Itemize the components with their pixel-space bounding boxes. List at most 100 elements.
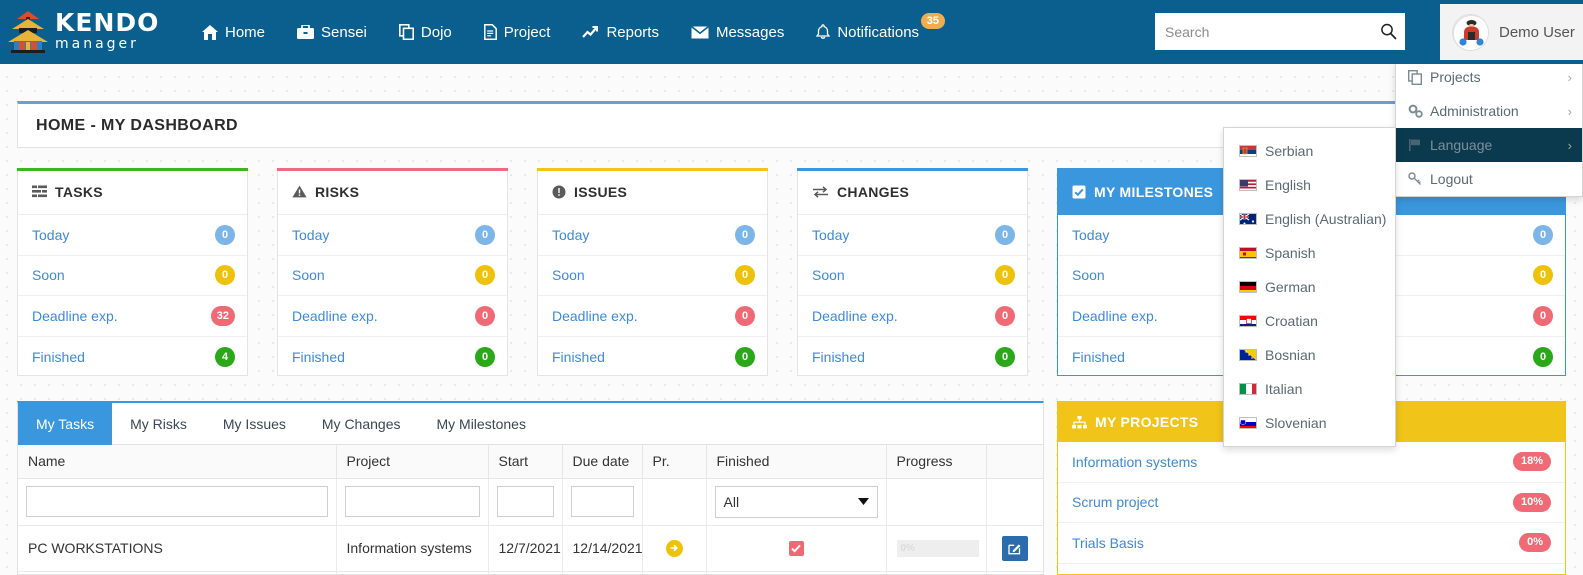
nav-item-project[interactable]: Project [468, 0, 567, 64]
card-row[interactable]: Soon 0 [18, 256, 247, 296]
project-row[interactable]: Scrum project 10% [1058, 483, 1565, 523]
flag-au-icon [1239, 213, 1257, 225]
card-row-label[interactable]: Finished [32, 349, 85, 365]
card-row-label[interactable]: Deadline exp. [1072, 308, 1158, 324]
card-row-label[interactable]: Soon [1072, 267, 1105, 283]
user-menu-item-administration[interactable]: Administration › [1396, 94, 1582, 128]
card-row-label[interactable]: Today [552, 227, 589, 243]
card-row-badge: 32 [210, 305, 235, 326]
language-item-english-australian[interactable]: English (Australian) [1224, 202, 1395, 236]
card-row-label[interactable]: Soon [292, 267, 325, 283]
card-row[interactable]: Soon 0 [538, 256, 767, 296]
card-row[interactable]: Deadline exp. 0 [538, 296, 767, 337]
nav-item-home[interactable]: Home [186, 0, 281, 64]
tab-my-tasks[interactable]: My Tasks [18, 403, 113, 445]
nav-item-dojo[interactable]: Dojo [383, 0, 468, 64]
card-row-label[interactable]: Finished [812, 349, 865, 365]
card-row-badge: 0 [475, 265, 495, 286]
tab-my-risks[interactable]: My Risks [112, 403, 205, 445]
card-row-label[interactable]: Finished [552, 349, 605, 365]
language-label: Serbian [1265, 143, 1314, 159]
search-box[interactable] [1155, 13, 1405, 50]
card-row-label[interactable]: Today [292, 227, 329, 243]
card-row-label[interactable]: Soon [552, 267, 585, 283]
brand-logo-link[interactable]: KENDO manager [0, 0, 186, 64]
column-header-name[interactable]: Name [18, 445, 337, 479]
column-header-finished[interactable]: Finished [706, 445, 887, 479]
card-row[interactable]: Finished 4 [18, 337, 247, 378]
language-item-bosnian[interactable]: Bosnian [1224, 338, 1395, 372]
card-row[interactable]: Today 0 [798, 215, 1027, 256]
table-row[interactable] [18, 571, 1043, 574]
card-row-badge: 0 [735, 346, 755, 367]
card-row[interactable]: Soon 0 [278, 256, 507, 296]
card-row-label[interactable]: Deadline exp. [552, 308, 638, 324]
card-row-label[interactable]: Deadline exp. [812, 308, 898, 324]
tab-my-issues[interactable]: My Issues [205, 403, 304, 445]
project-label[interactable]: Information systems [1072, 454, 1197, 470]
project-label[interactable]: Scrum project [1072, 494, 1158, 510]
column-header-actions [986, 445, 1043, 479]
tab-my-changes[interactable]: My Changes [304, 403, 419, 445]
search-icon[interactable] [1371, 14, 1405, 49]
language-item-english[interactable]: English [1224, 168, 1395, 202]
column-header-progress[interactable]: Progress [886, 445, 987, 479]
card-row[interactable]: Soon 0 [798, 256, 1027, 296]
card-row-label[interactable]: Deadline exp. [32, 308, 118, 324]
card-row-badge: 0 [475, 224, 495, 245]
filter-input-due-date[interactable] [570, 486, 634, 517]
language-item-german[interactable]: German [1224, 270, 1395, 304]
card-row-label[interactable]: Finished [292, 349, 345, 365]
column-header-project[interactable]: Project [336, 445, 489, 479]
card-row[interactable]: Deadline exp. 0 [798, 296, 1027, 337]
search-input[interactable] [1155, 14, 1371, 49]
language-item-croatian[interactable]: Croatian [1224, 304, 1395, 338]
tab-my-milestones[interactable]: My Milestones [418, 403, 543, 445]
card-row-label[interactable]: Today [812, 227, 849, 243]
column-header-due-date[interactable]: Due date [562, 445, 643, 479]
card-row[interactable]: Finished 0 [798, 337, 1027, 378]
card-row[interactable]: Finished 0 [538, 337, 767, 378]
card-row[interactable]: Today 0 [538, 215, 767, 256]
table-row[interactable]: PC WORKSTATIONS Information systems 12/7… [18, 525, 1043, 572]
tab-label: My Milestones [436, 416, 526, 432]
card-row-label[interactable]: Soon [32, 267, 65, 283]
filter-input-start[interactable] [496, 486, 554, 517]
project-row[interactable]: Trials Basis 0% [1058, 523, 1565, 564]
user-menu-item-language[interactable]: Language › [1396, 128, 1582, 162]
user-menu-label-logout: Logout [1430, 171, 1473, 187]
card-row-label[interactable]: Finished [1072, 349, 1125, 365]
nav-item-sensei[interactable]: Sensei [281, 0, 383, 64]
user-menu-button[interactable]: Demo User [1440, 4, 1583, 60]
card-row[interactable]: Finished 0 [278, 337, 507, 378]
card-row-label[interactable]: Today [1072, 227, 1109, 243]
card-row[interactable]: Today 0 [278, 215, 507, 256]
language-item-italian[interactable]: Italian [1224, 372, 1395, 406]
column-header-priority[interactable]: Pr. [642, 445, 707, 479]
card-row[interactable]: Today 0 [18, 215, 247, 256]
filter-select-finished[interactable]: All [714, 485, 878, 518]
filter-input-name[interactable] [26, 486, 328, 517]
card-row-label[interactable]: Deadline exp. [292, 308, 378, 324]
card-row[interactable]: Deadline exp. 0 [278, 296, 507, 337]
language-item-slovenian[interactable]: Slovenian [1224, 406, 1395, 440]
project-row[interactable]: Information systems 18% [1058, 442, 1565, 483]
nav-item-notifications[interactable]: Notifications 35 [800, 0, 947, 64]
user-menu-item-logout[interactable]: Logout [1396, 162, 1582, 196]
column-header-start[interactable]: Start [488, 445, 563, 479]
card-row-label[interactable]: Today [32, 227, 69, 243]
nav-item-messages[interactable]: Messages [675, 0, 800, 64]
brand-line-2: manager [55, 36, 139, 53]
user-dropdown-menu: Projects › Administration › Language › L… [1395, 60, 1583, 197]
language-label: English (Australian) [1265, 211, 1387, 227]
project-label[interactable]: Trials Basis [1072, 535, 1144, 551]
user-menu-item-projects[interactable]: Projects › [1396, 60, 1582, 94]
filter-input-project[interactable] [344, 486, 480, 517]
nav-item-reports[interactable]: Reports [566, 0, 675, 64]
card-tasks: TASKS Today 0 Soon 0 Deadline exp. 32 Finis… [17, 168, 248, 376]
language-item-serbian[interactable]: Serbian [1224, 134, 1395, 168]
language-item-spanish[interactable]: Spanish [1224, 236, 1395, 270]
card-row-label[interactable]: Soon [812, 267, 845, 283]
card-row[interactable]: Deadline exp. 32 [18, 296, 247, 337]
edit-pencil-icon[interactable] [1001, 535, 1028, 561]
